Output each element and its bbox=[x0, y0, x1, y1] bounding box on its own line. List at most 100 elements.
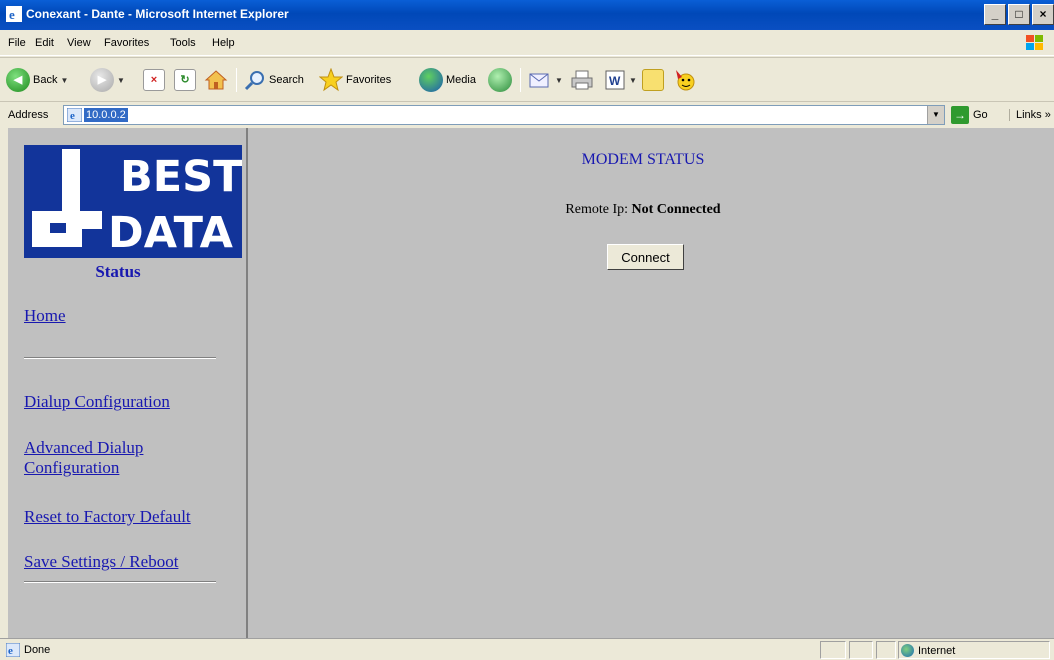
ie-app-icon: e bbox=[6, 6, 22, 22]
remote-ip-value: Not Connected bbox=[631, 202, 721, 217]
discuss-button[interactable] bbox=[642, 67, 664, 93]
menu-view[interactable]: View bbox=[67, 37, 91, 49]
menu-file[interactable]: File bbox=[8, 37, 26, 49]
remote-ip-row: Remote Ip: Not Connected bbox=[250, 202, 1036, 218]
maximize-button[interactable]: □ bbox=[1008, 4, 1030, 25]
forward-arrow-icon: ▶ bbox=[90, 68, 114, 92]
favorites-star-icon bbox=[319, 68, 343, 92]
security-zone: Internet bbox=[901, 644, 955, 657]
remote-ip-label: Remote Ip: bbox=[565, 202, 629, 217]
internet-globe-icon bbox=[901, 644, 914, 657]
sidebar-link-dialup-configuration[interactable]: Dialup Configuration bbox=[24, 392, 170, 412]
advanced-dialup-line1: Advanced Dialup bbox=[24, 438, 144, 457]
media-button[interactable]: Media bbox=[419, 67, 476, 93]
messenger-icon bbox=[676, 70, 695, 91]
address-bar: Address e 10.0.0.2 ▼ → Go Links » bbox=[0, 101, 1054, 128]
messenger-button[interactable] bbox=[672, 67, 698, 93]
go-arrow-icon: → bbox=[951, 106, 969, 124]
page-content: BEST DATA Status Home Dialup Configurati… bbox=[8, 128, 1054, 638]
search-label: Search bbox=[269, 74, 304, 86]
mail-button[interactable]: ▼ bbox=[528, 67, 563, 93]
status-panel bbox=[876, 641, 896, 659]
back-label: Back bbox=[33, 74, 58, 86]
home-icon bbox=[204, 70, 228, 90]
svg-text:e: e bbox=[70, 110, 75, 122]
refresh-button[interactable]: ↻ bbox=[174, 67, 196, 93]
print-button[interactable] bbox=[570, 67, 594, 93]
back-dropdown-icon: ▼ bbox=[60, 75, 69, 85]
sidebar: BEST DATA Status Home Dialup Configurati… bbox=[8, 128, 248, 638]
history-button[interactable] bbox=[488, 67, 512, 93]
edit-dropdown-icon: ▼ bbox=[629, 75, 637, 85]
page-icon: e bbox=[67, 108, 82, 122]
advanced-dialup-line2: Configuration bbox=[24, 458, 120, 477]
title-bar: e Conexant - Dante - Microsoft Internet … bbox=[0, 0, 1054, 30]
refresh-icon: ↻ bbox=[174, 69, 196, 91]
favorites-button[interactable]: Favorites bbox=[319, 67, 391, 93]
stop-icon: × bbox=[143, 69, 165, 91]
page-done-icon: e bbox=[6, 643, 20, 657]
windows-logo-icon bbox=[1026, 35, 1043, 50]
window-controls: _ □ × bbox=[984, 4, 1054, 25]
minimize-button[interactable]: _ bbox=[984, 4, 1006, 25]
main-panel: MODEM STATUS Remote Ip: Not Connected Co… bbox=[250, 128, 1054, 638]
links-chevron-icon: » bbox=[1044, 109, 1051, 121]
address-value: 10.0.0.2 bbox=[84, 108, 128, 122]
sidebar-link-advanced-dialup-configuration[interactable]: Advanced Dialup Configuration bbox=[24, 438, 143, 478]
links-button[interactable]: Links » bbox=[1009, 109, 1051, 121]
connect-button[interactable]: Connect bbox=[607, 244, 684, 270]
sidebar-link-save-settings-reboot[interactable]: Save Settings / Reboot bbox=[24, 552, 178, 572]
toolbar-separator bbox=[520, 68, 521, 92]
forward-dropdown-icon: ▼ bbox=[117, 75, 125, 85]
print-icon bbox=[571, 70, 593, 90]
toolbar-separator bbox=[236, 68, 237, 92]
search-icon bbox=[244, 71, 264, 91]
sidebar-section-title: Status bbox=[95, 262, 141, 281]
toolbar: ◀ Back ▼ ▶ ▼ × ↻ Search Favorites Media bbox=[0, 57, 1054, 101]
stop-button[interactable]: × bbox=[143, 67, 165, 93]
sidebar-divider bbox=[24, 357, 216, 359]
mail-icon bbox=[529, 73, 549, 88]
page-title: MODEM STATUS bbox=[581, 151, 705, 168]
menu-tools[interactable]: Tools bbox=[170, 37, 196, 49]
home-button[interactable] bbox=[204, 67, 228, 93]
address-label: Address bbox=[8, 109, 49, 121]
media-globe-icon bbox=[419, 68, 443, 92]
close-button[interactable]: × bbox=[1032, 4, 1054, 25]
edit-word-button[interactable]: W ▼ bbox=[604, 67, 637, 93]
svg-text:e: e bbox=[9, 7, 15, 22]
sidebar-divider bbox=[24, 581, 216, 583]
sidebar-link-home[interactable]: Home bbox=[24, 306, 66, 326]
sidebar-link-reset-factory-default[interactable]: Reset to Factory Default bbox=[24, 507, 191, 527]
logo-text-best: BEST bbox=[120, 152, 242, 202]
search-button[interactable]: Search bbox=[244, 67, 304, 93]
menu-edit[interactable]: Edit bbox=[35, 37, 54, 49]
status-text: Done bbox=[24, 644, 51, 656]
menu-bar: File Edit View Favorites Tools Help bbox=[0, 30, 1054, 56]
address-input[interactable]: e 10.0.0.2 ▼ bbox=[63, 105, 945, 125]
logo-text-data: DATA bbox=[108, 208, 234, 258]
window-title: Conexant - Dante - Microsoft Internet Ex… bbox=[26, 7, 289, 21]
mail-dropdown-icon: ▼ bbox=[555, 75, 563, 85]
best-data-logo: BEST DATA bbox=[24, 145, 242, 258]
note-icon bbox=[642, 69, 664, 91]
favorites-label: Favorites bbox=[346, 74, 392, 86]
address-dropdown-icon[interactable]: ▼ bbox=[927, 106, 944, 124]
back-arrow-icon: ◀ bbox=[6, 68, 30, 92]
go-label: Go bbox=[973, 109, 988, 121]
forward-button[interactable]: ▶ ▼ bbox=[90, 67, 125, 93]
zone-label: Internet bbox=[918, 644, 956, 657]
media-label: Media bbox=[446, 74, 476, 86]
menu-favorites[interactable]: Favorites bbox=[104, 37, 149, 49]
back-button[interactable]: ◀ Back ▼ bbox=[6, 67, 68, 93]
go-button[interactable]: → Go bbox=[951, 106, 988, 124]
status-bar: e Done Internet bbox=[0, 638, 1054, 660]
status-panel bbox=[820, 641, 846, 659]
history-icon bbox=[488, 68, 512, 92]
menu-help[interactable]: Help bbox=[212, 37, 235, 49]
svg-text:e: e bbox=[8, 645, 13, 657]
word-icon: W bbox=[605, 70, 625, 90]
status-panel bbox=[849, 641, 873, 659]
svg-text:W: W bbox=[609, 74, 621, 88]
links-label: Links bbox=[1016, 109, 1042, 121]
